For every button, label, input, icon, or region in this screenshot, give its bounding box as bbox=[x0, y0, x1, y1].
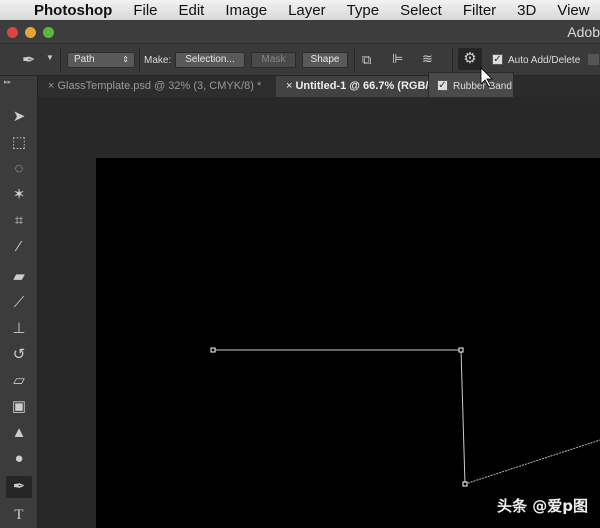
cursor-arrow-icon bbox=[480, 67, 493, 88]
anchor-point bbox=[210, 347, 216, 353]
watermark: 头条 @爱p图 bbox=[497, 497, 588, 515]
anchor-point bbox=[458, 347, 464, 353]
path-overlay bbox=[210, 67, 600, 487]
rubber-band-segment bbox=[464, 439, 600, 485]
path-segments bbox=[213, 349, 466, 485]
anchor-point bbox=[462, 481, 468, 487]
